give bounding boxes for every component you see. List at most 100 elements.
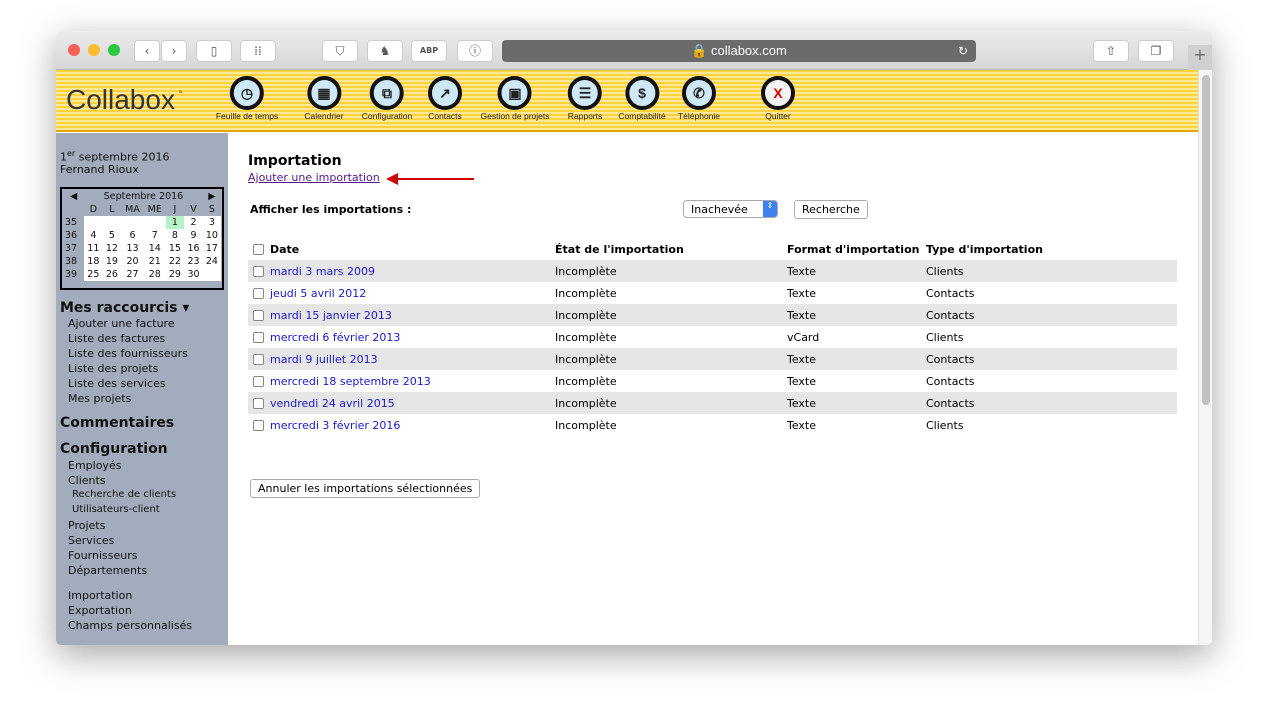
row-checkbox[interactable] — [253, 310, 264, 321]
calendar-day[interactable]: 22 — [165, 255, 185, 268]
nav-chart[interactable]: ↗ Contacts — [428, 76, 462, 121]
week-number[interactable]: 38 — [63, 255, 84, 268]
week-number[interactable]: 39 — [63, 268, 84, 281]
import-date-link[interactable]: vendredi 24 avril 2015 — [270, 397, 395, 410]
calendar-day[interactable]: 16 — [184, 242, 203, 255]
calendar-day[interactable]: 15 — [165, 242, 185, 255]
calendar-day[interactable]: 14 — [143, 242, 166, 255]
nav-phone[interactable]: ✆ Téléphonie — [678, 76, 720, 121]
import-date-link[interactable]: mercredi 3 février 2016 — [270, 419, 400, 432]
week-number[interactable]: 36 — [63, 229, 84, 242]
nav-dollar[interactable]: $ Comptabilité — [618, 76, 666, 121]
import-date-link[interactable]: mardi 9 juillet 2013 — [270, 353, 378, 366]
shortcut-link[interactable]: Liste des projets — [68, 362, 158, 375]
shortcuts-heading[interactable]: Mes raccourcis ▾ — [60, 300, 189, 316]
row-checkbox[interactable] — [253, 376, 264, 387]
shortcut-link[interactable]: Liste des services — [68, 377, 166, 390]
shortcut-link[interactable]: Liste des fournisseurs — [68, 347, 188, 360]
adblock-icon[interactable]: ABP — [411, 40, 447, 62]
calendar-day[interactable]: 20 — [121, 255, 144, 268]
calendar-day[interactable]: 11 — [84, 242, 103, 255]
config-link[interactable]: Départements — [68, 564, 147, 577]
logo[interactable]: Collabox◔ — [66, 84, 183, 116]
status-filter-select[interactable]: Inachevée ⇕ — [683, 200, 778, 218]
row-checkbox[interactable] — [253, 354, 264, 365]
pocket-icon[interactable]: ⛉ — [322, 40, 358, 62]
calendar-day[interactable]: 24 — [202, 255, 221, 268]
config-link[interactable]: Exportation — [68, 604, 132, 617]
calendar-day[interactable]: 10 — [202, 229, 221, 242]
calendar-day[interactable]: 21 — [143, 255, 166, 268]
column-header-state[interactable]: État de l'importation — [554, 238, 786, 260]
config-link[interactable]: Fournisseurs — [68, 549, 137, 562]
calendar-day[interactable]: 8 — [165, 229, 185, 242]
zoom-window-button[interactable] — [108, 44, 120, 56]
row-checkbox[interactable] — [253, 266, 264, 277]
prev-month-icon[interactable]: ◀ — [63, 190, 84, 203]
forward-icon[interactable]: › — [161, 40, 187, 62]
config-link[interactable]: Importation — [68, 589, 132, 602]
back-icon[interactable]: ‹ — [134, 40, 160, 62]
import-date-link[interactable]: mardi 15 janvier 2013 — [270, 309, 392, 322]
select-all-checkbox[interactable] — [253, 244, 264, 255]
week-number[interactable]: 35 — [63, 216, 84, 229]
next-month-icon[interactable]: ▶ — [203, 190, 221, 203]
config-link[interactable]: Utilisateurs-client — [72, 504, 160, 515]
row-checkbox[interactable] — [253, 420, 264, 431]
calendar-day[interactable]: 19 — [102, 255, 122, 268]
calendar-day[interactable]: 3 — [202, 216, 221, 229]
close-window-button[interactable] — [68, 44, 80, 56]
tabs-icon[interactable]: ❐ — [1138, 40, 1174, 62]
column-header-type[interactable]: Type d'importation — [925, 238, 1177, 260]
calendar-day[interactable]: 17 — [202, 242, 221, 255]
calendar-day[interactable]: 29 — [165, 268, 185, 281]
sidebar-icon[interactable]: ▯ — [196, 40, 232, 62]
search-button[interactable]: Recherche — [794, 200, 868, 219]
import-date-link[interactable]: mardi 3 mars 2009 — [270, 265, 375, 278]
shortcut-link[interactable]: Mes projets — [68, 392, 131, 405]
nav-configuration[interactable]: ⧉ Configuration — [362, 76, 412, 121]
1password-icon[interactable]: ⓘ — [457, 40, 493, 62]
new-tab-icon[interactable]: + — [1188, 45, 1212, 70]
calendar-day[interactable]: 26 — [102, 268, 122, 281]
import-date-link[interactable]: jeudi 5 avril 2012 — [270, 287, 366, 300]
calendar-day[interactable]: 5 — [102, 229, 122, 242]
import-date-link[interactable]: mercredi 18 septembre 2013 — [270, 375, 431, 388]
calendar-day[interactable]: 18 — [84, 255, 103, 268]
column-header-date[interactable]: Date — [270, 243, 299, 256]
calendar-day[interactable]: 1 — [165, 216, 185, 229]
column-header-format[interactable]: Format d'importation — [786, 238, 925, 260]
configuration-heading[interactable]: Configuration — [60, 441, 168, 457]
config-link[interactable]: Projets — [68, 519, 105, 532]
share-icon[interactable]: ⇧ — [1093, 40, 1129, 62]
nav-quit[interactable]: X Quitter — [761, 76, 795, 121]
config-link[interactable]: Employés — [68, 459, 121, 472]
address-bar[interactable]: 🔒 collabox.com ↻ — [502, 40, 976, 62]
add-import-link[interactable]: Ajouter une importation — [248, 171, 380, 184]
minimize-window-button[interactable] — [88, 44, 100, 56]
week-number[interactable]: 37 — [63, 242, 84, 255]
shortcut-link[interactable]: Liste des factures — [68, 332, 165, 345]
calendar-day[interactable]: 6 — [121, 229, 144, 242]
scrollbar[interactable] — [1198, 70, 1212, 645]
calendar-day[interactable]: 23 — [184, 255, 203, 268]
config-link[interactable]: Champs personnalisés — [68, 619, 192, 632]
calendar-day[interactable]: 30 — [184, 268, 203, 281]
calendar-day[interactable]: 27 — [121, 268, 144, 281]
comments-heading[interactable]: Commentaires — [60, 415, 174, 431]
row-checkbox[interactable] — [253, 332, 264, 343]
grid-icon[interactable]: ⁞⁞ — [240, 40, 276, 62]
calendar-day[interactable]: 28 — [143, 268, 166, 281]
row-checkbox[interactable] — [253, 398, 264, 409]
nav-clock[interactable]: ◷ Feuille de temps — [216, 76, 278, 121]
config-link[interactable]: Recherche de clients — [72, 489, 176, 500]
config-link[interactable]: Clients — [68, 474, 106, 487]
calendar-day[interactable]: 12 — [102, 242, 122, 255]
import-date-link[interactable]: mercredi 6 février 2013 — [270, 331, 400, 344]
calendar-day[interactable]: 4 — [84, 229, 103, 242]
shortcut-link[interactable]: Ajouter une facture — [68, 317, 175, 330]
calendar-day[interactable]: 7 — [143, 229, 166, 242]
row-checkbox[interactable] — [253, 288, 264, 299]
nav-projects[interactable]: ▣ Gestion de projets — [481, 76, 549, 121]
calendar-day[interactable]: 9 — [184, 229, 203, 242]
